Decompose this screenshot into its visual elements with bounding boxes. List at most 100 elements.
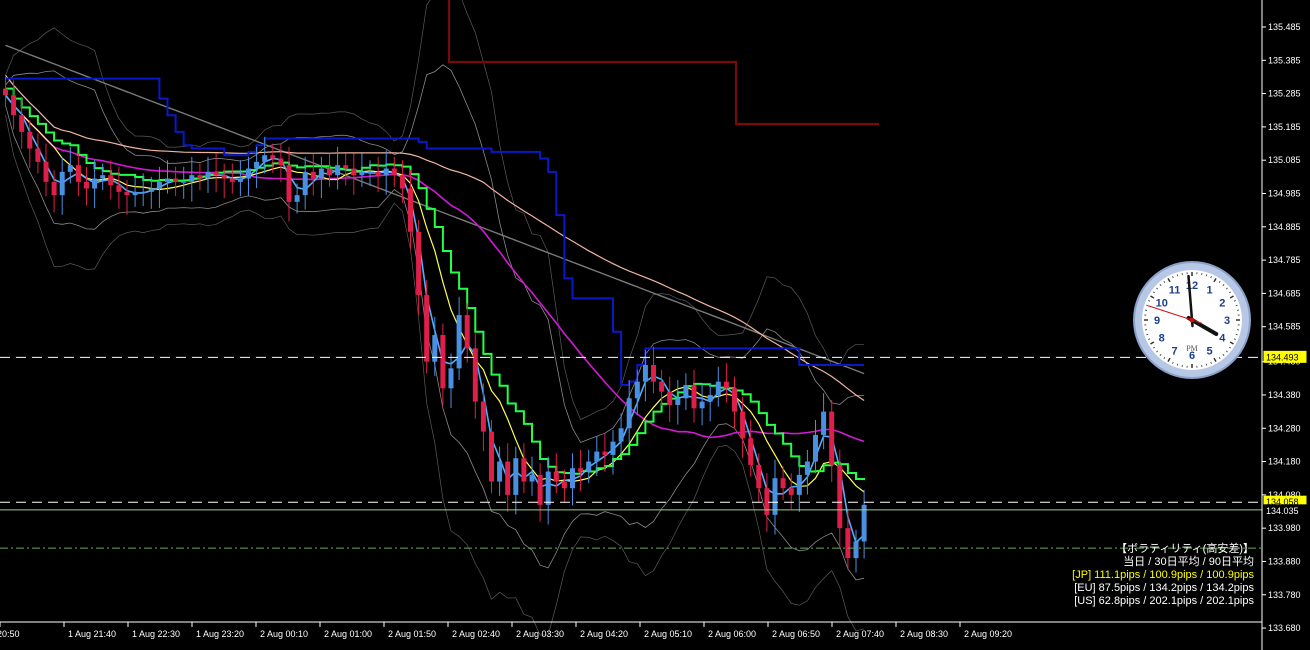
candle-body [229,178,235,182]
indicator-lines [4,0,879,636]
candle-body [11,95,17,116]
candle-body [165,178,170,182]
candle-body [667,391,673,405]
candle-body [75,165,81,182]
y-tick-label: 133.980 [1268,523,1301,533]
volatility-row-eu: [EU] 87.5pips / 134.2pips / 134.2pips [1074,582,1254,594]
candle-body [497,461,503,482]
candle-body [391,168,397,176]
candle-body [335,165,341,176]
candle-body [837,464,843,529]
candle-body [740,411,746,439]
candle-body [51,181,57,196]
candle-body [84,181,89,189]
y-tick-label: 134.985 [1268,189,1301,199]
clock-numeral: 9 [1154,315,1160,327]
candle-body [318,168,324,179]
candle-body [416,231,422,296]
x-tick-label: 2 Aug 03:30 [516,629,564,639]
candle-body [440,335,446,389]
candle-body [699,401,705,409]
y-tick-label: 134.885 [1268,222,1301,232]
candle-body [262,155,268,162]
candle-body [545,471,551,505]
candle-body [642,364,648,382]
candle-body [246,168,251,179]
clock-numeral: 11 [1169,285,1181,297]
candle-body [537,474,543,505]
candle-body [529,474,535,482]
y-tick-label: 135.385 [1268,55,1301,65]
candle-body [278,158,284,166]
candle-body [448,368,454,389]
y-tick-label: 134.280 [1268,423,1301,433]
x-tick-label: 1 Aug 22:30 [132,629,180,639]
candle-body [626,398,632,429]
candle-body [59,171,65,196]
candle-body [602,451,608,455]
y-tick-label: 134.785 [1268,255,1301,265]
candle-body [213,171,219,176]
clock-numeral: 5 [1206,345,1212,357]
candle-body [132,191,138,196]
candle-body [67,165,73,172]
x-tick-label: 2 Aug 06:00 [708,629,756,639]
x-tick-label: 1 Aug 23:20 [196,629,244,639]
candle-body [748,438,754,465]
candle-body [464,315,470,349]
candle-body [19,115,25,132]
candle-body [829,411,835,465]
y-tick-label: 134.380 [1268,390,1301,400]
candle-body [173,178,179,182]
y-axis-ticks: 135.485 135.385 135.285 135.185 135.085 134.9… [1262,22,1301,633]
candle-body [100,175,106,179]
clock-numeral: 2 [1219,298,1225,310]
candle-body [659,381,665,392]
y-tick-label: 134.685 [1268,288,1301,298]
candle-body [43,161,49,182]
x-tick-label: 2 Aug 09:20 [964,629,1012,639]
volatility-panel: 【ボラティリティ(高安差)】 当日 / 30日平均 / 90日平均 [JP] 1… [1072,543,1254,608]
candle-body [456,315,462,369]
candle-body [286,165,292,202]
x-tick-label: 2 Aug 04:20 [580,629,628,639]
horizontal-lines [0,356,1262,549]
candle-body [561,481,567,489]
candle-body [651,364,656,382]
candle-body [570,468,575,489]
candle-body [675,398,681,405]
y-tick-label: 133.780 [1268,590,1301,600]
candle-body [821,411,827,435]
x-tick-label: 2 Aug 06:50 [772,629,820,639]
candle-body [327,168,332,176]
candle-body [521,458,527,482]
x-tick-label: 2 Aug 01:00 [324,629,372,639]
candle-body [513,458,519,495]
x-tick-label: 2 Aug 02:40 [452,629,500,639]
clock-numeral: 1 [1206,285,1212,297]
x-tick-label: 2 Aug 05:10 [644,629,692,639]
clock-widget: 12 1234567891011 PM [1133,261,1251,379]
candle-body [383,168,389,176]
clock-numeral: 7 [1171,345,1177,357]
candle-body [553,471,559,482]
candle-body [35,148,41,162]
candle-body [780,478,786,489]
volatility-title: 【ボラティリティ(高安差)】 [1115,543,1254,555]
x-tick-label: 2 Aug 01:50 [388,629,436,639]
candle-body [756,464,762,489]
clock-period: PM [1186,344,1198,353]
candle-body [715,381,721,395]
clock-center [1189,317,1195,323]
candle-body [764,488,770,515]
candle-body [788,488,794,495]
stepped-red-line [447,0,879,126]
x-tick-label: 2 Aug 00:10 [260,629,308,639]
candle-body [804,461,810,475]
clock-numeral: 3 [1224,315,1230,327]
candle-body [691,384,697,409]
candle-body [586,461,592,472]
candle-body [237,178,243,182]
clock-numeral: 8 [1159,333,1165,345]
candle-body [723,381,729,389]
